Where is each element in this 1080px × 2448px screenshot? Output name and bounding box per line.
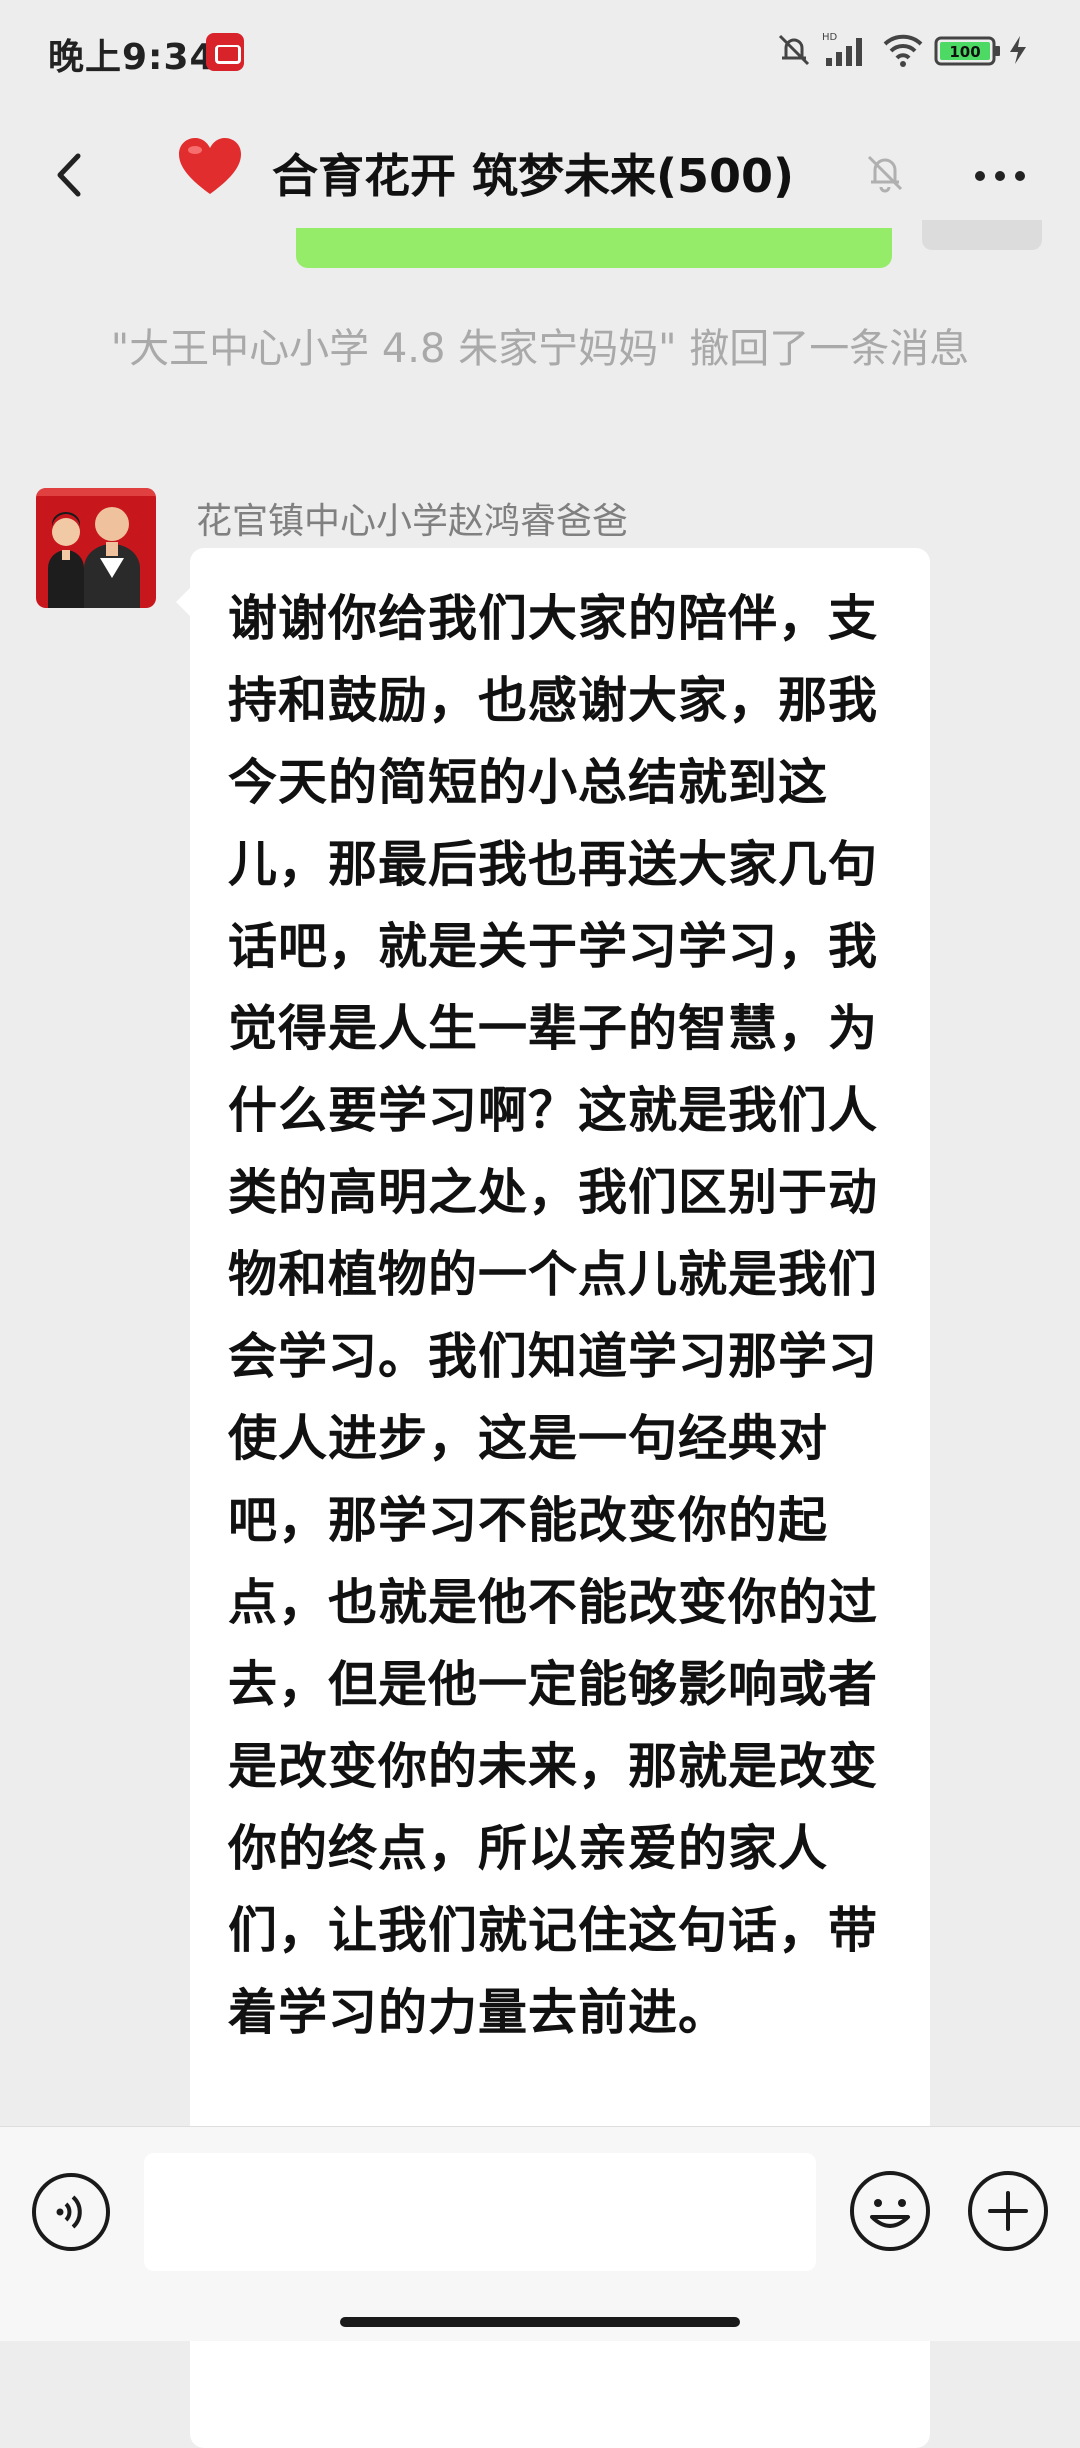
previous-own-message-bubble[interactable] [296,228,892,268]
plus-icon [968,2171,1048,2251]
emoji-button[interactable] [848,2169,932,2253]
emoji-icon [850,2171,930,2251]
more-options-button[interactable] [960,146,1040,206]
mute-status [860,148,910,198]
recall-notice: "大王中心小学 4.8 朱家宁妈妈" 撤回了一条消息 [110,326,970,372]
message-text: 谢谢你给我们大家的陪伴，支持和鼓励，也感谢大家，那我今天的简短的小总结就到这儿，… [228,590,879,2041]
input-bar [0,2126,1080,2341]
chevron-left-icon [57,153,81,197]
status-time: 晚上9:34 [48,37,216,78]
chat-header: 合育花开 筑梦未来(500) [0,110,1080,240]
back-button[interactable] [36,140,106,210]
chat-title: 合育花开 筑梦未来(500) [272,149,795,203]
bell-off-icon [867,155,903,193]
heart-icon [175,134,245,204]
more-functions-button[interactable] [966,2169,1050,2253]
wifi-icon [882,30,924,74]
previous-own-avatar[interactable] [922,220,1042,250]
status-bar: 晚上9:34 HD 100 [0,0,1080,110]
svg-text:HD: HD [822,32,838,43]
message-input[interactable] [144,2153,816,2271]
app-notification-icon [206,33,244,71]
battery-level: 100 [949,43,980,61]
voice-input-button[interactable] [30,2171,112,2253]
do-not-disturb-icon [774,30,814,74]
home-indicator[interactable] [340,2317,740,2327]
battery-icon: 100 [934,30,1004,74]
voice-icon [32,2173,110,2251]
charging-icon [1006,30,1030,74]
sender-avatar[interactable] [36,488,156,608]
status-icons: HD 100 [774,30,1044,74]
more-dots-icon [975,171,1025,181]
signal-icon: HD [822,30,872,74]
sender-name: 花官镇中心小学赵鸿睿爸爸 [196,501,629,542]
